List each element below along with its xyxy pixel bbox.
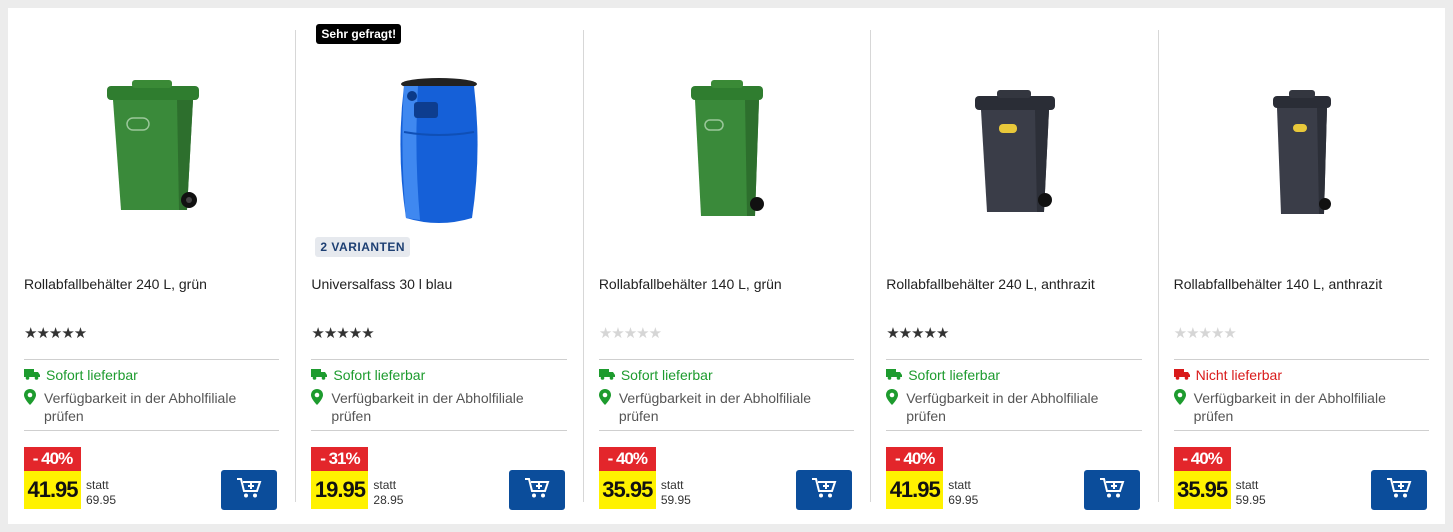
pickup-availability[interactable]: Verfügbarkeit in der Abholfiliale prüfen xyxy=(1173,389,1429,425)
delivery-text: Sofort lieferbar xyxy=(620,367,713,383)
rating-stars: ★★★★★ xyxy=(311,325,374,342)
rating-stars: ★★★★★ xyxy=(886,325,949,342)
pickup-text[interactable]: Verfügbarkeit in der Abholfiliale prüfen xyxy=(44,389,244,425)
cart-icon xyxy=(236,477,262,504)
product-title[interactable]: Rollabfallbehälter 140 L, anthrazit xyxy=(1174,276,1429,292)
product-card[interactable]: Rollabfallbehälter 240 L, grün ★★★★★ Sof… xyxy=(8,8,295,524)
variants-badge[interactable]: 2 VARIANTEN xyxy=(315,237,411,257)
cart-icon xyxy=(1099,477,1125,504)
rating-stars: ★★★★★ xyxy=(24,325,87,342)
pickup-availability[interactable]: Verfügbarkeit in der Abholfiliale prüfen xyxy=(598,389,854,425)
green-bin-240-icon[interactable] xyxy=(24,72,279,238)
price: 35.95 xyxy=(1173,471,1231,509)
truck-icon xyxy=(24,367,40,383)
discount-badge: - 40% xyxy=(24,447,81,471)
truck-icon xyxy=(598,367,615,383)
cart-icon xyxy=(1386,477,1412,504)
product-carousel: Rollabfallbehälter 240 L, grün ★★★★★ Sof… xyxy=(8,8,1445,524)
pickup-text[interactable]: Verfügbarkeit in der Abholfiliale prüfen xyxy=(619,389,819,425)
old-price: statt 59.95 xyxy=(1235,478,1266,507)
old-price: statt 28.95 xyxy=(373,478,404,507)
price: 41.95 xyxy=(886,471,944,509)
pickup-text[interactable]: Verfügbarkeit in der Abholfiliale prüfen xyxy=(331,389,531,425)
add-to-cart-button[interactable] xyxy=(1083,470,1140,510)
product-card[interactable]: Sehr gefragt! 2 VARIANTEN Universalfass … xyxy=(295,8,582,524)
rating-stars: ★★★★★ xyxy=(598,325,662,342)
divider xyxy=(598,359,855,360)
add-to-cart-button[interactable] xyxy=(1371,470,1428,510)
old-price: statt 59.95 xyxy=(660,478,691,507)
delivery-status: Sofort lieferbar xyxy=(886,367,1141,383)
truck-icon xyxy=(1173,367,1190,383)
divider xyxy=(886,430,1142,431)
truck-icon xyxy=(311,367,328,383)
location-pin-icon xyxy=(598,389,611,425)
divider xyxy=(311,359,567,360)
delivery-status: Sofort lieferbar xyxy=(598,367,854,383)
price: 19.95 xyxy=(311,471,369,509)
cart-icon xyxy=(524,477,550,504)
divider xyxy=(311,430,567,431)
discount-badge: - 40% xyxy=(1173,447,1231,471)
divider xyxy=(598,430,855,431)
discount-badge: - 31% xyxy=(311,447,369,471)
anthracite-bin-140-icon[interactable] xyxy=(1174,72,1429,238)
location-pin-icon xyxy=(24,389,36,425)
add-to-cart-button[interactable] xyxy=(796,470,853,510)
pickup-availability[interactable]: Verfügbarkeit in der Abholfiliale prüfen xyxy=(24,389,279,425)
delivery-text: Sofort lieferbar xyxy=(908,367,1001,383)
product-card[interactable]: Rollabfallbehälter 140 L, grün ★★★★★ Sof… xyxy=(582,8,870,524)
add-to-cart-button[interactable] xyxy=(508,470,565,510)
product-title[interactable]: Rollabfallbehälter 240 L, anthrazit xyxy=(886,276,1141,292)
location-pin-icon xyxy=(1173,389,1186,425)
truck-icon xyxy=(886,367,903,383)
product-title[interactable]: Rollabfallbehälter 140 L, grün xyxy=(599,276,854,292)
divider xyxy=(1173,359,1430,360)
delivery-status: Nicht lieferbar xyxy=(1173,367,1429,383)
product-card[interactable]: Rollabfallbehälter 140 L, anthrazit ★★★★… xyxy=(1157,8,1445,524)
product-card[interactable]: Rollabfallbehälter 240 L, anthrazit ★★★★… xyxy=(870,8,1157,524)
delivery-text: Sofort lieferbar xyxy=(46,367,138,383)
rating-stars: ★★★★★ xyxy=(1173,325,1237,342)
product-title[interactable]: Rollabfallbehälter 240 L, grün xyxy=(24,276,279,292)
pickup-availability[interactable]: Verfügbarkeit in der Abholfiliale prüfen xyxy=(886,389,1141,425)
delivery-text: Sofort lieferbar xyxy=(333,367,426,383)
popular-badge: Sehr gefragt! xyxy=(316,24,402,44)
discount-badge: - 40% xyxy=(886,447,944,471)
old-price: statt 69.95 xyxy=(86,478,117,507)
divider xyxy=(24,430,280,431)
blue-barrel-icon[interactable] xyxy=(311,72,566,238)
pickup-text[interactable]: Verfügbarkeit in der Abholfiliale prüfen xyxy=(1194,389,1394,425)
divider xyxy=(1173,430,1430,431)
cart-icon xyxy=(811,477,837,504)
green-bin-140-icon[interactable] xyxy=(599,72,854,238)
price: 35.95 xyxy=(598,471,656,509)
divider xyxy=(24,359,280,360)
discount-badge: - 40% xyxy=(598,447,656,471)
delivery-text: Nicht lieferbar xyxy=(1195,367,1282,383)
divider xyxy=(886,359,1142,360)
pickup-availability[interactable]: Verfügbarkeit in der Abholfiliale prüfen xyxy=(311,389,566,425)
old-price: statt 69.95 xyxy=(948,478,979,507)
product-title[interactable]: Universalfass 30 l blau xyxy=(311,276,566,292)
add-to-cart-button[interactable] xyxy=(221,470,278,510)
price: 41.95 xyxy=(24,471,81,509)
location-pin-icon xyxy=(311,389,324,425)
location-pin-icon xyxy=(886,389,899,425)
anthracite-bin-240-icon[interactable] xyxy=(886,72,1141,238)
delivery-status: Sofort lieferbar xyxy=(311,367,566,383)
pickup-text[interactable]: Verfügbarkeit in der Abholfiliale prüfen xyxy=(906,389,1106,425)
delivery-status: Sofort lieferbar xyxy=(24,367,279,383)
